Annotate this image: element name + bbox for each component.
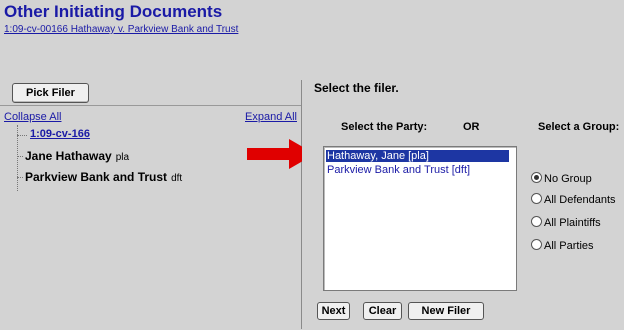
- radio-icon[interactable]: [531, 239, 542, 250]
- or-label: OR: [463, 121, 480, 133]
- group-label: All Parties: [544, 240, 594, 252]
- next-button[interactable]: Next: [317, 302, 350, 320]
- party-name: Parkview Bank and Trust: [25, 170, 168, 184]
- party-option[interactable]: Hathaway, Jane [pla]: [326, 150, 509, 162]
- right-panel: Select the filer. Select the Party: OR S…: [302, 80, 624, 329]
- tree-connector: [17, 135, 27, 136]
- party-name: Jane Hathaway: [25, 149, 112, 163]
- group-label: All Plaintiffs: [544, 217, 601, 229]
- expand-all-link[interactable]: Expand All: [245, 111, 297, 123]
- tree-party-item[interactable]: Parkview Bank and Trust dft: [25, 170, 182, 184]
- page-title: Other Initiating Documents: [4, 2, 223, 21]
- collapse-all-link[interactable]: Collapse All: [4, 111, 61, 123]
- tree-connector: [17, 177, 23, 178]
- group-radio-no-group[interactable]: No Group: [531, 172, 592, 185]
- left-panel: Pick Filer Collapse All Expand All 1:09-…: [0, 80, 302, 330]
- case-link[interactable]: 1:09-cv-00166 Hathaway v. Parkview Bank …: [4, 24, 238, 35]
- party-listbox[interactable]: Hathaway, Jane [pla] Parkview Bank and T…: [323, 146, 517, 291]
- tree-connector: [17, 156, 23, 157]
- tree-case-link[interactable]: 1:09-cv-166: [30, 128, 90, 140]
- select-group-label: Select a Group:: [538, 121, 620, 133]
- new-filer-button[interactable]: New Filer: [408, 302, 484, 320]
- radio-checked-icon[interactable]: [531, 172, 542, 183]
- tree-party-item[interactable]: Jane Hathaway pla: [25, 149, 129, 163]
- radio-icon[interactable]: [531, 216, 542, 227]
- select-party-label: Select the Party:: [341, 121, 428, 133]
- party-role: dft: [171, 173, 183, 184]
- pick-filer-button[interactable]: Pick Filer: [12, 83, 89, 103]
- clear-button[interactable]: Clear: [363, 302, 402, 320]
- group-label: All Defendants: [544, 194, 616, 206]
- group-radio-all-parties[interactable]: All Parties: [531, 239, 594, 252]
- party-role: pla: [115, 152, 130, 163]
- group-radio-all-plaintiffs[interactable]: All Plaintiffs: [531, 216, 601, 229]
- group-radio-all-defendants[interactable]: All Defendants: [531, 193, 616, 206]
- radio-icon[interactable]: [531, 193, 542, 204]
- page-header: Other Initiating Documents 1:09-cv-00166…: [0, 0, 624, 83]
- group-label: No Group: [544, 173, 592, 185]
- party-option[interactable]: Parkview Bank and Trust [dft]: [327, 164, 470, 176]
- select-filer-title: Select the filer.: [314, 81, 399, 95]
